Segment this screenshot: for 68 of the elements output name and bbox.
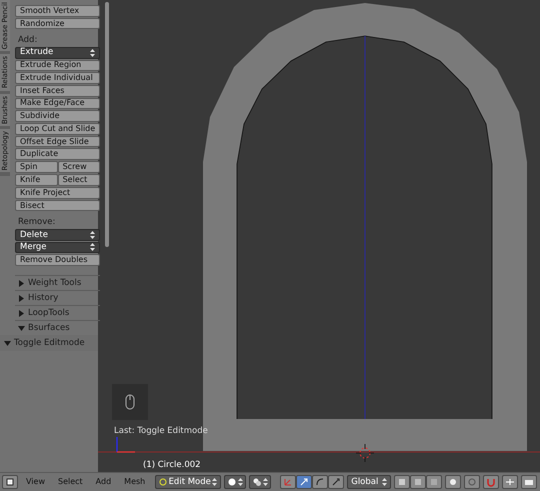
- operator-panel-header[interactable]: Toggle Editmode: [0, 335, 98, 351]
- sphere-icon: [228, 478, 236, 486]
- tool-button[interactable]: Duplicate: [15, 148, 100, 160]
- mode-dropdown[interactable]: Edit Mode: [155, 475, 222, 489]
- translate-icon[interactable]: [296, 475, 312, 489]
- tool-button[interactable]: Knife: [15, 174, 58, 186]
- section-label: Remove:: [17, 218, 56, 227]
- panel-header[interactable]: Weight Tools: [15, 275, 100, 290]
- tool-button[interactable]: Select: [58, 174, 100, 186]
- tool-button[interactable]: Randomize: [15, 18, 100, 30]
- circles-icon: [252, 478, 261, 486]
- panel-header[interactable]: LoopTools: [15, 305, 100, 320]
- panel-title: Weight Tools: [28, 276, 82, 290]
- scale-icon[interactable]: [328, 475, 344, 489]
- mouse-icon: [112, 384, 148, 420]
- dropdown-label: Global: [351, 476, 378, 488]
- rotate-icon[interactable]: [312, 475, 328, 489]
- tool-button[interactable]: Smooth Vertex: [15, 5, 100, 17]
- up-down-arrows-icon: [262, 478, 268, 486]
- tool-button[interactable]: Subdivide: [15, 110, 100, 122]
- tool-button[interactable]: Inset Faces: [15, 84, 100, 97]
- scrollbar[interactable]: [105, 2, 110, 247]
- last-operator-text: Last: Toggle Editmode: [114, 425, 208, 438]
- dropdown-label: Edit Mode: [168, 476, 211, 488]
- object-info-text: (1) Circle.002: [143, 459, 201, 472]
- tool-button[interactable]: Spin: [15, 161, 58, 174]
- panel-header[interactable]: History: [15, 290, 100, 305]
- section-label: Add:: [17, 36, 38, 45]
- tool-button[interactable]: Offset Edge Slide: [15, 136, 100, 148]
- expanded-triangle-icon[interactable]: [4, 340, 11, 346]
- collapsed-triangle-icon[interactable]: [18, 280, 25, 286]
- menu-item[interactable]: Add: [90, 476, 116, 488]
- up-down-arrows-icon: [238, 478, 243, 486]
- expanded-triangle-icon[interactable]: [18, 324, 25, 332]
- menu-item[interactable]: Select: [52, 476, 88, 488]
- 3d-cursor-icon[interactable]: [356, 444, 374, 462]
- tool-button[interactable]: Remove Doubles: [15, 254, 100, 266]
- dropdown-label: Merge: [20, 243, 47, 252]
- menu-item[interactable]: View: [21, 476, 50, 488]
- tool-button[interactable]: Extrude Individual: [15, 72, 100, 84]
- up-down-arrows-icon: [90, 243, 96, 252]
- up-down-arrows-icon: [212, 478, 218, 486]
- panel-title: Toggle Editmode: [14, 336, 85, 350]
- dropdown-menu[interactable]: Extrude: [15, 46, 100, 59]
- dropdown-label: Extrude: [20, 48, 54, 57]
- dropdown-label: Delete: [20, 230, 48, 240]
- pivot-dropdown[interactable]: [249, 475, 272, 489]
- tool-button[interactable]: Extrude Region: [15, 60, 100, 72]
- tool-button[interactable]: Bisect: [15, 200, 100, 212]
- panel-title: LoopTools: [28, 306, 70, 320]
- tool-button[interactable]: Loop Cut and Slide: [15, 123, 100, 135]
- menu-item[interactable]: Mesh: [119, 476, 150, 488]
- tool-button[interactable]: Screw: [58, 161, 100, 174]
- tool-button[interactable]: Knife Project: [15, 187, 100, 199]
- panel-title: Bsurfaces: [28, 322, 70, 334]
- dropdown-menu[interactable]: Delete: [15, 228, 100, 241]
- shading-dropdown[interactable]: [224, 475, 246, 489]
- collapsed-triangle-icon[interactable]: [18, 294, 25, 302]
- up-down-arrows-icon: [90, 48, 96, 57]
- up-down-arrows-icon: [382, 478, 388, 486]
- panel-title: History: [28, 292, 58, 304]
- dropdown-menu[interactable]: Merge: [15, 242, 100, 254]
- collapsed-triangle-icon[interactable]: [18, 310, 25, 316]
- orientation-dropdown[interactable]: Global: [347, 475, 392, 489]
- tool-button[interactable]: Make Edge/Face: [15, 98, 100, 110]
- editor-type-icon[interactable]: [2, 475, 18, 489]
- axis-gizmo-drawing: [116, 437, 135, 453]
- up-down-arrows-icon: [90, 230, 96, 239]
